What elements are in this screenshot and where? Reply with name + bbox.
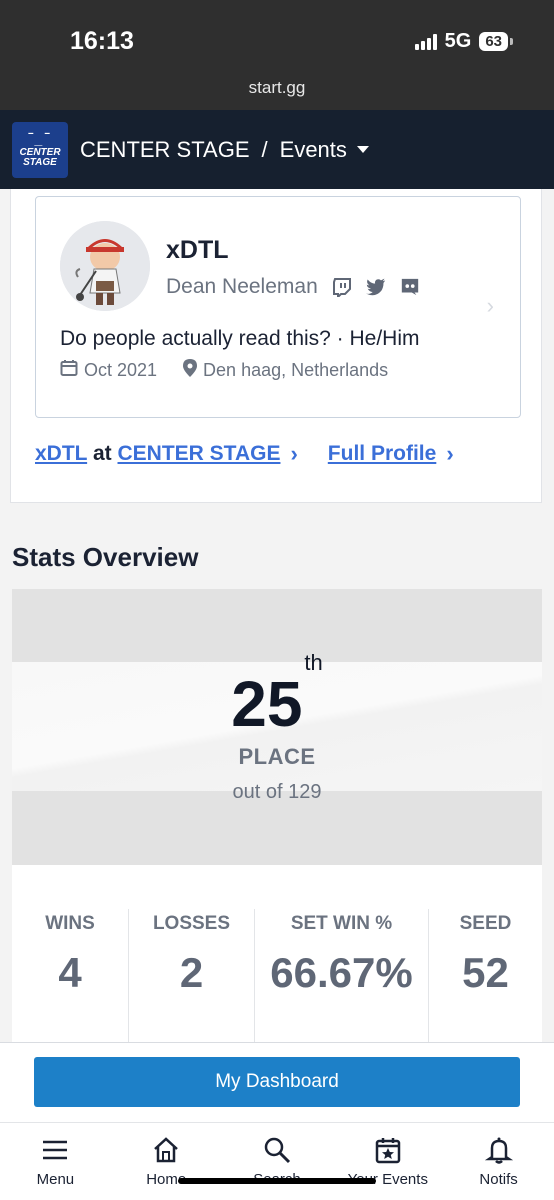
chevron-down-icon[interactable] bbox=[356, 146, 369, 153]
stat-value: 4 bbox=[58, 949, 82, 996]
chevron-right-icon: › bbox=[486, 293, 494, 318]
placement-number: 25th bbox=[231, 649, 323, 740]
calendar-star-icon bbox=[375, 1138, 401, 1164]
nav-label: Notifs bbox=[479, 1171, 518, 1188]
status-time: 16:13 bbox=[70, 27, 134, 55]
breadcrumb-events[interactable]: Events bbox=[280, 137, 347, 163]
link-at-text: at bbox=[92, 442, 112, 465]
stat-losses: LOSSES 2 bbox=[128, 909, 254, 1047]
browser-chrome: 16:13 5G 63 start.gg bbox=[0, 0, 554, 110]
tournament-logo[interactable]: ‾_‾ CENTER STAGE bbox=[12, 121, 68, 178]
home-indicator[interactable] bbox=[178, 1178, 376, 1184]
nav-your-events[interactable]: Your Events bbox=[332, 1123, 443, 1200]
stat-label: LOSSES bbox=[152, 913, 231, 934]
location: Den haag, Netherlands bbox=[203, 360, 389, 380]
nav-label: Menu bbox=[36, 1171, 75, 1188]
network-label: 5G bbox=[444, 30, 472, 52]
menu-icon bbox=[43, 1140, 68, 1160]
search-icon bbox=[264, 1137, 291, 1164]
discord-icon[interactable] bbox=[400, 277, 420, 297]
nav-search[interactable]: Search bbox=[222, 1123, 333, 1200]
location-pin-icon bbox=[183, 359, 198, 382]
nav-menu[interactable]: Menu bbox=[0, 1123, 111, 1200]
signal-icon bbox=[414, 33, 437, 50]
stat-label: WINS bbox=[45, 913, 95, 934]
app-header: ‾_‾ CENTER STAGE CENTER STAGE / Events bbox=[0, 110, 554, 189]
profile-section: xDTL Dean Neeleman Do people actually re… bbox=[10, 189, 542, 503]
placement-label: PLACE bbox=[238, 744, 316, 769]
profile-card[interactable]: xDTL Dean Neeleman Do people actually re… bbox=[35, 196, 521, 418]
player-link[interactable]: xDTL bbox=[35, 442, 87, 465]
bell-icon bbox=[484, 1137, 513, 1164]
calendar-icon bbox=[60, 359, 78, 382]
stat-label: SEED bbox=[459, 913, 512, 934]
event-link[interactable]: CENTER STAGE bbox=[118, 442, 281, 465]
my-dashboard-button[interactable]: My Dashboard bbox=[34, 1057, 520, 1107]
bottom-nav: Menu Home Search Your Events Notifs bbox=[0, 1122, 554, 1200]
real-name: Dean Neeleman bbox=[166, 275, 318, 298]
chevron-right-icon: › bbox=[290, 441, 298, 466]
joined-date: Oct 2021 bbox=[84, 360, 158, 380]
placement-card: 25th PLACE out of 129 bbox=[12, 589, 542, 865]
gamer-tag: xDTL bbox=[166, 236, 229, 264]
avatar bbox=[60, 221, 150, 311]
profile-bio: Do people actually read this? · He/Him bbox=[60, 327, 420, 350]
breadcrumb: CENTER STAGE / Events bbox=[80, 137, 369, 163]
breadcrumb-tournament[interactable]: CENTER STAGE bbox=[80, 137, 250, 163]
battery-icon: 63 bbox=[479, 32, 513, 51]
twitch-icon[interactable] bbox=[332, 277, 352, 297]
url-bar[interactable]: start.gg bbox=[0, 78, 554, 98]
stats-title: Stats Overview bbox=[12, 542, 199, 572]
stat-value: 66.67% bbox=[270, 949, 413, 996]
stat-seed: SEED 52 bbox=[428, 909, 542, 1047]
home-icon bbox=[154, 1137, 179, 1163]
dashboard-bar: My Dashboard bbox=[0, 1042, 554, 1122]
profile-meta: Oct 2021 Den haag, Netherlands bbox=[60, 359, 388, 382]
profile-links: xDTL at CENTER STAGE › Full Profile › bbox=[35, 441, 454, 467]
stat-wins: WINS 4 bbox=[12, 909, 128, 1047]
stat-set-win: SET WIN % 66.67% bbox=[254, 909, 428, 1047]
full-profile-label[interactable]: Full Profile bbox=[328, 442, 437, 466]
stats-grid: WINS 4 LOSSES 2 SET WIN % 66.67% SEED 52 bbox=[12, 865, 542, 1047]
chevron-right-icon: › bbox=[446, 441, 454, 466]
stat-value: 52 bbox=[462, 949, 509, 996]
event-profile-link[interactable]: xDTL at CENTER STAGE › bbox=[35, 441, 298, 467]
placement-out-of: out of 129 bbox=[232, 781, 322, 803]
stat-value: 2 bbox=[179, 949, 204, 996]
nav-notifs[interactable]: Notifs bbox=[443, 1123, 554, 1200]
breadcrumb-separator: / bbox=[261, 136, 268, 162]
stat-label: SET WIN % bbox=[290, 913, 393, 934]
twitter-icon[interactable] bbox=[365, 277, 386, 297]
status-icons: 5G 63 bbox=[414, 30, 513, 53]
real-name-row: Dean Neeleman bbox=[166, 275, 420, 299]
placement-suffix: th bbox=[304, 649, 323, 675]
full-profile-link[interactable]: Full Profile › bbox=[328, 441, 454, 467]
nav-home[interactable]: Home bbox=[111, 1123, 222, 1200]
